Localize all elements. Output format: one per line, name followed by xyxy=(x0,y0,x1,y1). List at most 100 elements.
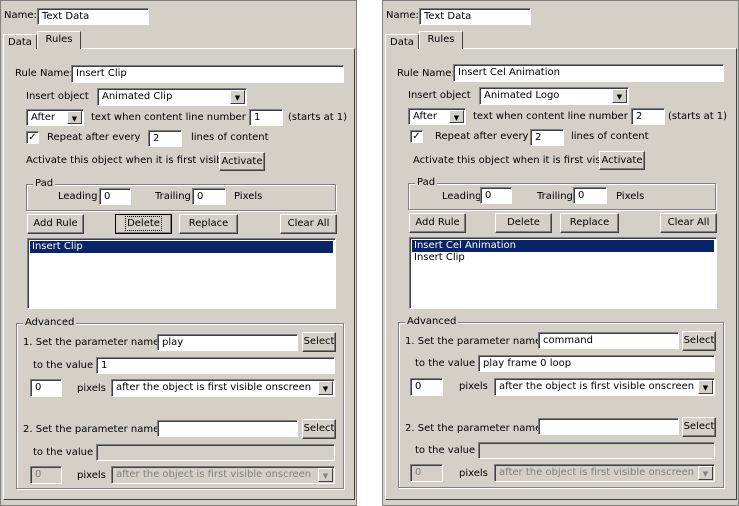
repeat-label: Repeat after every xyxy=(435,131,529,142)
trailing-field[interactable]: 0 xyxy=(573,187,607,204)
starts-at-label: (starts at 1) xyxy=(288,112,348,123)
clear-all-button[interactable]: Clear All xyxy=(660,213,717,233)
tab-rules[interactable]: Rules xyxy=(37,31,81,49)
pixels2-field: 0 xyxy=(30,466,62,484)
activate-label: Activate this object when it is first vi… xyxy=(413,155,619,166)
lines-label: lines of content xyxy=(571,131,649,142)
timing2-value: after the object is first visible onscre… xyxy=(499,467,695,478)
leading-label: Leading xyxy=(58,191,98,202)
repeat-field[interactable]: 2 xyxy=(530,129,564,146)
select-button-2[interactable]: Select xyxy=(302,419,336,439)
when-select[interactable]: After ▼ xyxy=(408,108,466,125)
value2-field xyxy=(478,442,715,459)
repeat-checkbox[interactable]: ✓ xyxy=(26,131,39,144)
pixels-label: Pixels xyxy=(234,191,263,202)
list-item[interactable]: Insert Clip xyxy=(412,252,714,264)
pad-title: Pad xyxy=(33,177,56,191)
rule-name-label: Rule Name: xyxy=(397,68,455,79)
pixels1-field[interactable]: 0 xyxy=(410,378,443,396)
chevron-down-icon: ▼ xyxy=(318,468,333,482)
param2-field[interactable] xyxy=(538,418,679,435)
rule-name-field[interactable]: Insert Clip xyxy=(71,65,344,83)
tab-data[interactable]: Data xyxy=(3,34,37,49)
param1-label: 1. Set the parameter named xyxy=(405,336,548,347)
line-number-field[interactable]: 1 xyxy=(249,109,283,126)
select-button-1[interactable]: Select xyxy=(682,331,716,351)
pixels2-label: pixels xyxy=(77,470,106,481)
chevron-down-icon: ▼ xyxy=(67,111,82,124)
name-field[interactable]: Text Data xyxy=(37,8,149,25)
to-value-label-2: to the value xyxy=(33,447,94,458)
insert-object-select[interactable]: Animated Logo ▼ xyxy=(479,87,629,105)
delete-button-label: Delete xyxy=(507,217,540,228)
repeat-checkbox[interactable]: ✓ xyxy=(410,130,423,143)
timing2-select: after the object is first visible onscre… xyxy=(111,466,335,484)
pixels2-label: pixels xyxy=(459,468,488,479)
insert-object-value: Animated Logo xyxy=(484,90,560,101)
pixels2-field: 0 xyxy=(410,464,443,482)
insert-object-label: Insert object xyxy=(408,90,471,101)
checkmark-icon: ✓ xyxy=(28,132,37,143)
insert-object-select[interactable]: Animated Clip ▼ xyxy=(97,88,247,106)
name-label: Name: xyxy=(386,10,419,21)
activate-label: Activate this object when it is first vi… xyxy=(26,155,232,166)
name-label: Name: xyxy=(4,10,37,21)
list-item[interactable]: Insert Cel Animation xyxy=(412,240,714,252)
chevron-down-icon: ▼ xyxy=(318,381,333,395)
select-button-1[interactable]: Select xyxy=(302,332,336,352)
param1-field[interactable]: play xyxy=(157,334,298,351)
add-rule-button[interactable]: Add Rule xyxy=(409,213,466,233)
leading-field[interactable]: 0 xyxy=(99,188,131,205)
insert-object-label: Insert object xyxy=(26,91,89,102)
pixels1-field[interactable]: 0 xyxy=(30,379,62,397)
replace-button[interactable]: Replace xyxy=(560,213,619,233)
checkmark-icon: ✓ xyxy=(412,131,421,142)
rule-name-field[interactable]: Insert Cel Animation xyxy=(453,64,724,82)
pixels1-label: pixels xyxy=(459,381,488,392)
delete-button[interactable]: Delete xyxy=(115,214,172,234)
chevron-down-icon: ▼ xyxy=(449,110,464,123)
when-value: After xyxy=(31,112,56,123)
tab-data[interactable]: Data xyxy=(385,34,419,49)
value1-field[interactable]: 1 xyxy=(96,357,335,374)
delete-button[interactable]: Delete xyxy=(495,213,552,233)
advanced-title: Advanced xyxy=(23,316,77,330)
activate-button[interactable]: Activate xyxy=(219,152,265,171)
select-button-2[interactable]: Select xyxy=(682,417,716,437)
value2-field xyxy=(96,444,335,461)
param2-field[interactable] xyxy=(157,420,298,437)
clear-all-button[interactable]: Clear All xyxy=(280,214,337,234)
param1-label: 1. Set the parameter named xyxy=(23,337,166,348)
tab-rules[interactable]: Rules xyxy=(419,31,463,49)
timing1-value: after the object is first visible onscre… xyxy=(116,382,312,393)
rule-name-label: Rule Name: xyxy=(15,68,73,79)
line-number-field[interactable]: 2 xyxy=(631,108,665,125)
repeat-label: Repeat after every xyxy=(47,132,141,143)
lines-label: lines of content xyxy=(191,132,269,143)
when-value: After xyxy=(413,111,438,122)
rules-list[interactable]: Insert Clip xyxy=(27,238,336,309)
line-number-label: text when content line number is xyxy=(91,112,257,123)
timing1-select[interactable]: after the object is first visible onscre… xyxy=(494,378,715,396)
name-field[interactable]: Text Data xyxy=(419,8,531,25)
rules-list[interactable]: Insert Cel Animation Insert Clip xyxy=(409,237,717,309)
to-value-label-1: to the value xyxy=(415,358,476,369)
timing1-select[interactable]: after the object is first visible onscre… xyxy=(111,379,335,397)
chevron-down-icon: ▼ xyxy=(698,466,713,480)
line-number-label: text when content line number is xyxy=(473,111,639,122)
value1-field[interactable]: play frame 0 loop xyxy=(478,355,715,372)
delete-button-label: Delete xyxy=(125,216,162,231)
when-select[interactable]: After ▼ xyxy=(26,109,84,126)
activate-button[interactable]: Activate xyxy=(599,151,645,170)
pixels-label: Pixels xyxy=(616,191,645,202)
param1-field[interactable]: command xyxy=(538,332,679,349)
add-rule-button[interactable]: Add Rule xyxy=(27,214,84,234)
timing2-value: after the object is first visible onscre… xyxy=(116,469,312,480)
replace-button[interactable]: Replace xyxy=(179,214,238,234)
trailing-field[interactable]: 0 xyxy=(192,188,226,205)
leading-field[interactable]: 0 xyxy=(480,187,512,204)
pixels1-label: pixels xyxy=(77,383,106,394)
param2-label: 2. Set the parameter named xyxy=(23,424,166,435)
list-item[interactable]: Insert Clip xyxy=(30,241,333,253)
repeat-field[interactable]: 2 xyxy=(148,130,182,147)
